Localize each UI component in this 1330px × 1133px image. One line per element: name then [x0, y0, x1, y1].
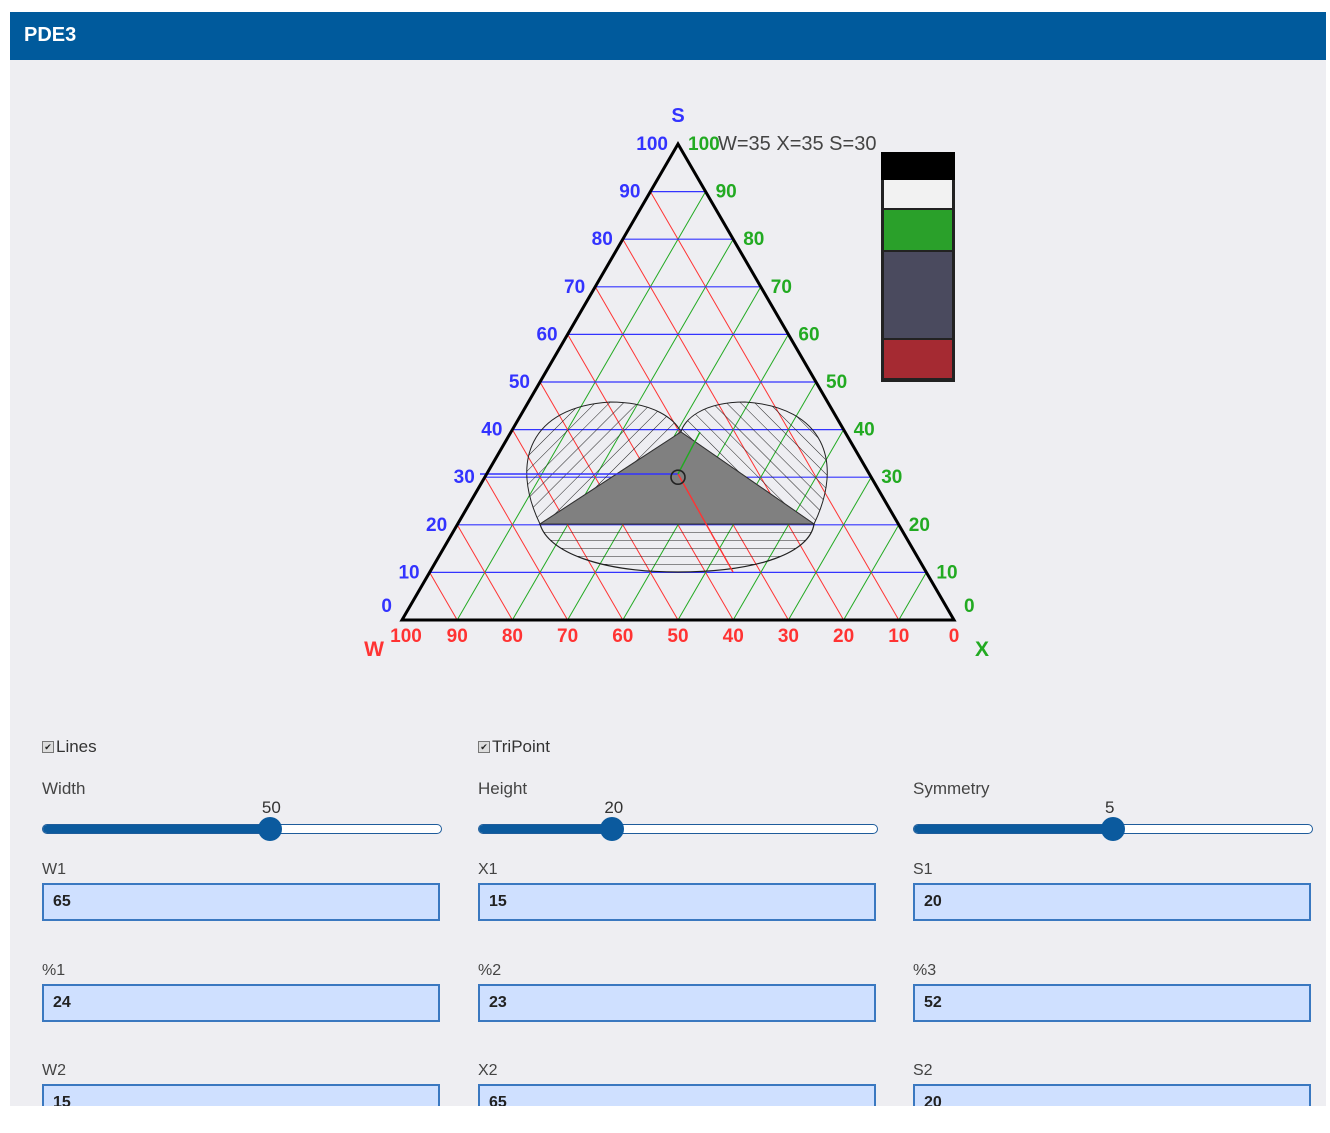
left-tick-label: 10	[398, 562, 419, 583]
symmetry-slider-handle[interactable]	[1101, 817, 1125, 841]
s1-label: S1	[913, 861, 933, 878]
phase-legend-swatch	[884, 340, 952, 378]
left-tick-label: 20	[426, 515, 447, 536]
right-tick-label: 10	[936, 562, 957, 583]
w2-input[interactable]	[42, 1084, 440, 1106]
symmetry-slider-fill	[914, 825, 1113, 833]
tripoint-checkbox[interactable]: ✔ TriPoint	[478, 737, 550, 757]
x2-label: X2	[478, 1062, 498, 1079]
left-tick-label: 0	[381, 596, 392, 617]
right-tick-label: 50	[826, 372, 847, 393]
height-slider[interactable]	[478, 817, 878, 841]
height-label: Height	[478, 779, 528, 798]
bottom-tick-label: 90	[447, 626, 468, 647]
right-tick-label: 30	[881, 467, 902, 488]
s1-input[interactable]	[913, 883, 1311, 921]
height-value: 20	[604, 798, 624, 817]
apex-label-s: S	[671, 105, 684, 127]
bottom-tick-label: 40	[723, 626, 744, 647]
symmetry-value: 5	[1105, 798, 1115, 817]
x1-input[interactable]	[478, 883, 876, 921]
x2-input[interactable]	[478, 1084, 876, 1106]
left-tick-label: 70	[564, 277, 585, 298]
bottom-tick-label: 70	[557, 626, 578, 647]
width-value: 50	[261, 798, 281, 817]
percent1-input[interactable]	[42, 984, 440, 1022]
percent1-label: %1	[42, 962, 66, 979]
phase-legend-swatch	[884, 210, 952, 250]
right-tick-label: 90	[716, 182, 737, 203]
s2-input[interactable]	[913, 1084, 1311, 1106]
right-tick-label: 0	[964, 596, 975, 617]
composition-readout: W=35 X=35 S=30	[718, 133, 876, 155]
height-slider-fill	[479, 825, 613, 833]
app-panel: PDE3 0 10 20 30 40 50 60 70 80 90 100 0 10 20 30 40 50 60…	[10, 12, 1326, 1106]
percent3-label: %3	[913, 962, 937, 979]
bottom-tick-label: 30	[778, 626, 799, 647]
percent3-input[interactable]	[913, 984, 1311, 1022]
width-label: Width	[42, 779, 86, 798]
x1-label: X1	[478, 861, 498, 878]
left-tick-label: 90	[619, 182, 640, 203]
tripoint-label: TriPoint	[492, 737, 550, 756]
apex-label-x: X	[975, 638, 989, 661]
apex-label-w: W	[364, 638, 384, 661]
lines-label: Lines	[56, 737, 97, 756]
phase-legend-swatch	[884, 252, 952, 338]
right-tick-label: 20	[909, 515, 930, 536]
right-tick-label: 70	[771, 277, 792, 298]
w1-label: W1	[42, 861, 66, 878]
bottom-tick-label: 50	[667, 626, 688, 647]
left-tick-label: 100	[636, 134, 668, 155]
right-tick-label: 100	[688, 134, 720, 155]
left-tick-label: 30	[454, 467, 475, 488]
phase-legend-swatch	[884, 180, 952, 208]
percent2-label: %2	[478, 962, 502, 979]
bottom-tick-label: 0	[949, 626, 960, 647]
right-tick-label: 60	[798, 324, 819, 345]
lines-checkbox[interactable]: ✔ Lines	[42, 737, 97, 757]
right-tick-label: 40	[854, 420, 875, 441]
w1-input[interactable]	[42, 883, 440, 921]
bottom-tick-label: 10	[888, 626, 909, 647]
ternary-diagram[interactable]: 0102030405060708090100010203040506070809…	[10, 12, 1326, 692]
symmetry-label: Symmetry	[913, 779, 990, 798]
right-tick-label: 80	[743, 229, 764, 250]
two-phase-lobe-bottom	[539, 523, 815, 573]
bottom-tick-label: 100	[390, 626, 422, 647]
percent2-input[interactable]	[478, 984, 876, 1022]
width-slider-handle[interactable]	[257, 817, 282, 841]
bottom-tick-label: 20	[833, 626, 854, 647]
width-slider[interactable]	[42, 817, 442, 841]
w2-label: W2	[42, 1062, 66, 1079]
left-tick-label: 60	[536, 324, 557, 345]
bottom-tick-label: 80	[502, 626, 523, 647]
s2-label: S2	[913, 1062, 933, 1079]
grid-line-x	[898, 572, 927, 621]
checkbox-check-icon[interactable]: ✔	[42, 741, 54, 753]
symmetry-slider[interactable]	[913, 817, 1313, 841]
width-slider-fill	[43, 825, 270, 833]
grid-line-w	[429, 572, 458, 621]
bottom-tick-label: 60	[612, 626, 633, 647]
left-tick-label: 40	[481, 420, 502, 441]
left-tick-label: 80	[592, 229, 613, 250]
height-slider-handle[interactable]	[600, 817, 625, 841]
checkbox-check-icon[interactable]: ✔	[478, 741, 490, 753]
left-tick-label: 50	[509, 372, 530, 393]
phase-legend-swatch	[881, 152, 955, 180]
